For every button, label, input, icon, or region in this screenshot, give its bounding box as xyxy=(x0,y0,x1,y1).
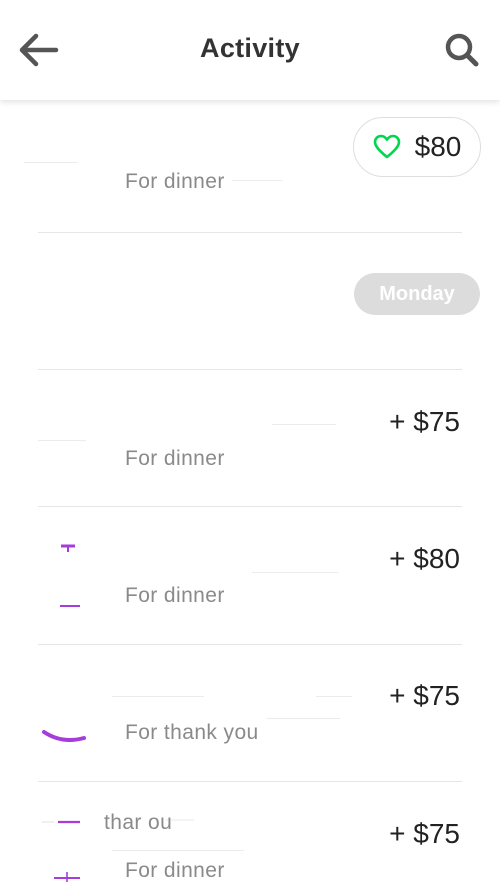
like-button[interactable]: $80 xyxy=(353,117,481,177)
payment-amount: + $75 xyxy=(389,680,460,711)
faded-text-line xyxy=(272,424,336,425)
payment-note: For dinner xyxy=(125,584,225,607)
heart-outline-icon xyxy=(373,134,400,159)
payment-note: For dinner xyxy=(125,172,225,192)
payment-note: For thank you xyxy=(125,721,259,744)
payment-amount: + $80 xyxy=(389,543,460,574)
divider xyxy=(38,644,462,645)
faded-text-line xyxy=(112,850,244,851)
faded-text-line xyxy=(266,718,340,719)
like-amount: $80 xyxy=(414,131,462,162)
search-icon xyxy=(445,33,479,67)
search-button[interactable] xyxy=(442,30,482,70)
page-title: Activity xyxy=(200,33,300,63)
faded-text-line xyxy=(112,696,204,697)
divider xyxy=(38,506,462,507)
divider xyxy=(38,232,462,233)
day-separator-chip: Monday xyxy=(354,273,480,315)
avatar xyxy=(60,544,80,607)
faded-caption: thar ou xyxy=(104,811,173,834)
faded-text-line xyxy=(252,572,338,573)
faded-text-line xyxy=(232,180,282,181)
divider xyxy=(38,781,462,782)
faded-text-line xyxy=(24,162,78,163)
payment-note: For dinner xyxy=(125,859,225,882)
app-header: Activity xyxy=(0,0,500,100)
avatar xyxy=(42,730,86,742)
faded-text-line xyxy=(38,440,86,441)
divider xyxy=(38,369,462,370)
payment-amount: + $75 xyxy=(389,406,460,437)
payment-amount: + $75 xyxy=(389,818,460,849)
activity-feed[interactable]: $80 For dinner Monday + $75 For dinner +… xyxy=(0,100,500,887)
faded-text-line xyxy=(316,696,352,697)
payment-note: For dinner xyxy=(125,447,225,470)
